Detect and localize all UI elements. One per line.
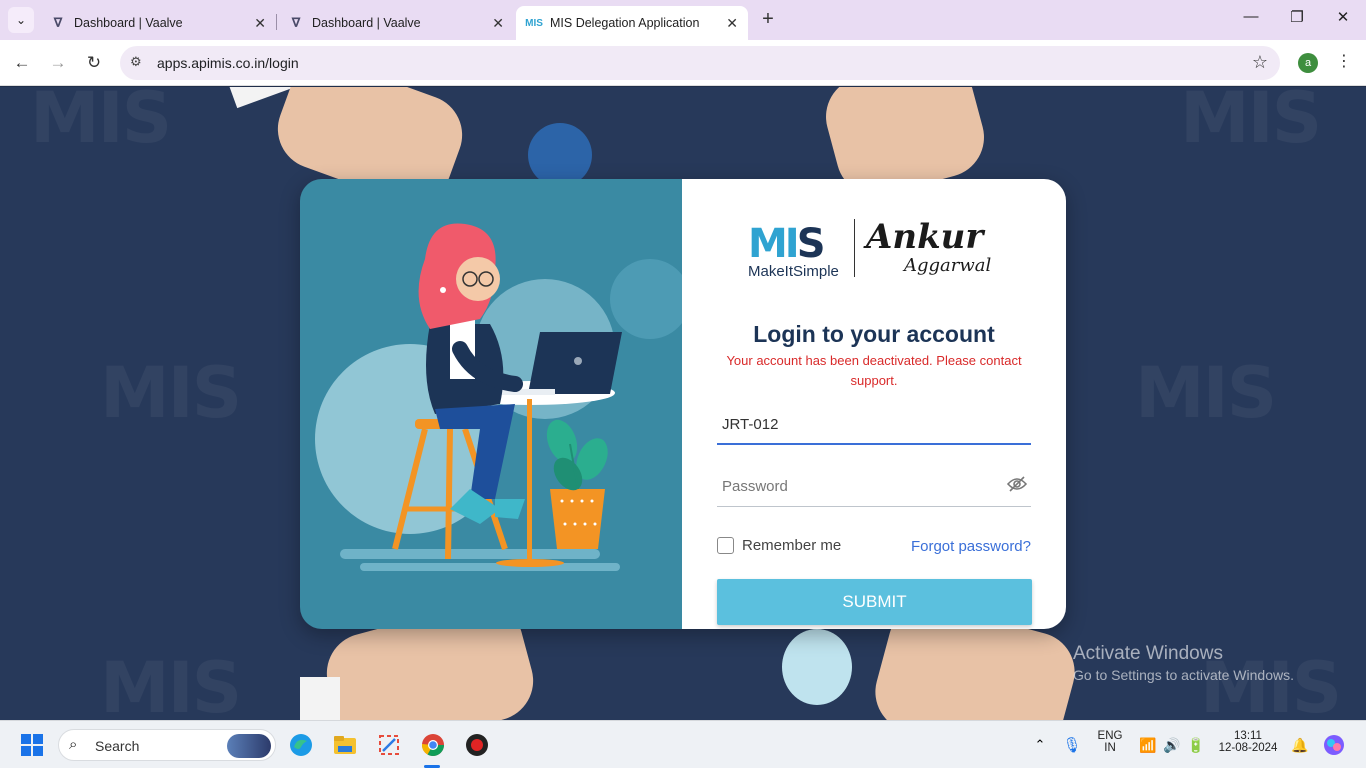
password-input[interactable] xyxy=(717,467,1031,505)
search-highlight-image xyxy=(227,734,271,758)
remember-me-label: Remember me xyxy=(742,537,842,554)
browser-toolbar: ← → ↻ ⚙ apps.apimis.co.in/login ☆ a ⋮ xyxy=(0,40,1366,86)
clock-date: 12-08-2024 xyxy=(1218,742,1278,754)
remember-me[interactable]: Remember me xyxy=(717,537,841,554)
volume-icon[interactable]: 🔊 xyxy=(1160,733,1184,757)
activate-windows-watermark: Activate Windows Go to Settings to activ… xyxy=(1073,643,1294,683)
close-icon[interactable]: ✕ xyxy=(254,15,266,32)
watermark-subtitle: Go to Settings to activate Windows. xyxy=(1073,667,1294,683)
username-field[interactable] xyxy=(717,405,1031,445)
more-menu-icon[interactable]: ⋮ xyxy=(1336,51,1352,71)
url-text: apps.apimis.co.in/login xyxy=(157,55,299,71)
tab-separator xyxy=(276,14,277,30)
taskbar-search[interactable]: ⌕ Search xyxy=(58,729,276,761)
file-explorer-icon[interactable] xyxy=(333,733,357,757)
language-code: ENG xyxy=(1097,730,1123,742)
edge-icon[interactable] xyxy=(289,733,313,757)
woman-at-laptop-illustration xyxy=(315,223,690,571)
forward-arrow-icon[interactable]: → xyxy=(46,51,70,75)
browser-tabstrip: ⌄ ∇ Dashboard | Vaalve ✕ ∇ Dashboard | V… xyxy=(0,0,1366,40)
region-code: IN xyxy=(1104,742,1116,754)
back-arrow-icon[interactable]: ← xyxy=(10,51,34,75)
restore-icon[interactable]: ❐ xyxy=(1285,8,1309,26)
login-card: MIS MakeItSimple Ankur Aggarwal Login to… xyxy=(300,179,1066,629)
submit-button[interactable]: SUBMIT xyxy=(717,579,1032,625)
tab-dashboard-2[interactable]: ∇ Dashboard | Vaalve ✕ xyxy=(278,6,514,40)
remember-me-checkbox[interactable] xyxy=(717,537,734,554)
illustration-panel xyxy=(300,179,690,629)
snipping-tool-icon[interactable] xyxy=(377,733,401,757)
chevron-up-icon[interactable]: ⌃ xyxy=(1028,733,1052,757)
new-tab-button[interactable]: + xyxy=(758,8,778,32)
password-field[interactable] xyxy=(717,467,1031,507)
background-logo-mark: MIS xyxy=(100,352,242,434)
chevron-down-icon: ⌄ xyxy=(15,13,27,27)
login-form-panel: MIS MakeItSimple Ankur Aggarwal Login to… xyxy=(682,179,1066,629)
vaalve-favicon-icon: ∇ xyxy=(291,15,301,30)
notification-icon[interactable]: 🔔 xyxy=(1288,733,1312,757)
username-input[interactable] xyxy=(717,405,1031,443)
tab-dashboard-1[interactable]: ∇ Dashboard | Vaalve ✕ xyxy=(40,6,276,40)
mis-logo: MIS xyxy=(748,221,825,267)
vaalve-favicon-icon: ∇ xyxy=(53,15,63,30)
tab-mis-delegation[interactable]: MIS MIS Delegation Application ✕ xyxy=(516,6,748,40)
watermark-title: Activate Windows xyxy=(1073,643,1223,664)
logo-divider xyxy=(854,219,855,277)
background-logo-mark: MIS xyxy=(100,647,242,720)
page-background: MIS MIS MIS MIS MIS MIS MIS MakeItSimple… xyxy=(0,87,1366,720)
battery-icon[interactable]: 🔋 xyxy=(1184,733,1208,757)
close-icon[interactable]: ✕ xyxy=(726,15,738,32)
mis-favicon-icon: MIS xyxy=(525,17,543,29)
background-logo-mark: MIS xyxy=(1180,87,1322,159)
sleeve-decoration xyxy=(300,677,340,720)
profile-avatar[interactable]: a xyxy=(1298,53,1318,73)
microphone-icon[interactable]: 🎙 xyxy=(1060,733,1084,757)
page-title: Login to your account xyxy=(753,321,995,347)
background-logo-mark: MIS xyxy=(1135,352,1277,434)
eye-slash-icon[interactable] xyxy=(1006,476,1028,497)
chrome-icon[interactable] xyxy=(421,733,445,757)
windows-taskbar: ⌕ Search ⌃ 🎙 ENG IN 📶 🔊 🔋 13:11 12-08-20… xyxy=(0,720,1366,768)
reload-icon[interactable]: ↻ xyxy=(82,51,106,75)
copilot-icon[interactable] xyxy=(1322,733,1346,757)
puzzle-piece-decoration xyxy=(528,123,592,187)
language-indicator[interactable]: ENG IN xyxy=(1094,730,1126,754)
site-settings-icon[interactable]: ⚙ xyxy=(130,54,142,70)
background-logo-mark: MIS xyxy=(30,87,172,159)
search-icon: ⌕ xyxy=(69,736,78,753)
screen-recorder-icon[interactable] xyxy=(465,733,489,757)
windows-start-icon[interactable] xyxy=(20,733,44,757)
signature-logo: Ankur xyxy=(866,217,984,257)
tab-title: MIS Delegation Application xyxy=(550,16,700,30)
window-close-icon[interactable]: ✕ xyxy=(1331,8,1355,26)
puzzle-piece-decoration xyxy=(782,629,852,705)
wifi-icon[interactable]: 📶 xyxy=(1136,733,1160,757)
logo-tagline: MakeItSimple xyxy=(748,263,839,280)
bookmark-star-icon[interactable]: ☆ xyxy=(1252,52,1268,73)
address-bar[interactable]: ⚙ apps.apimis.co.in/login ☆ xyxy=(120,46,1280,80)
close-icon[interactable]: ✕ xyxy=(492,15,504,32)
minimize-icon[interactable]: — xyxy=(1239,8,1263,25)
tab-search-button[interactable]: ⌄ xyxy=(8,7,34,33)
tab-title: Dashboard | Vaalve xyxy=(74,16,183,30)
error-message: Your account has been deactivated. Pleas… xyxy=(726,353,1022,388)
clock-time: 13:11 xyxy=(1234,730,1262,742)
search-label: Search xyxy=(95,738,140,754)
clock[interactable]: 13:11 12-08-2024 xyxy=(1216,730,1280,754)
signature-logo-surname: Aggarwal xyxy=(904,255,992,276)
forgot-password-link[interactable]: Forgot password? xyxy=(911,538,1031,555)
tab-title: Dashboard | Vaalve xyxy=(312,16,421,30)
